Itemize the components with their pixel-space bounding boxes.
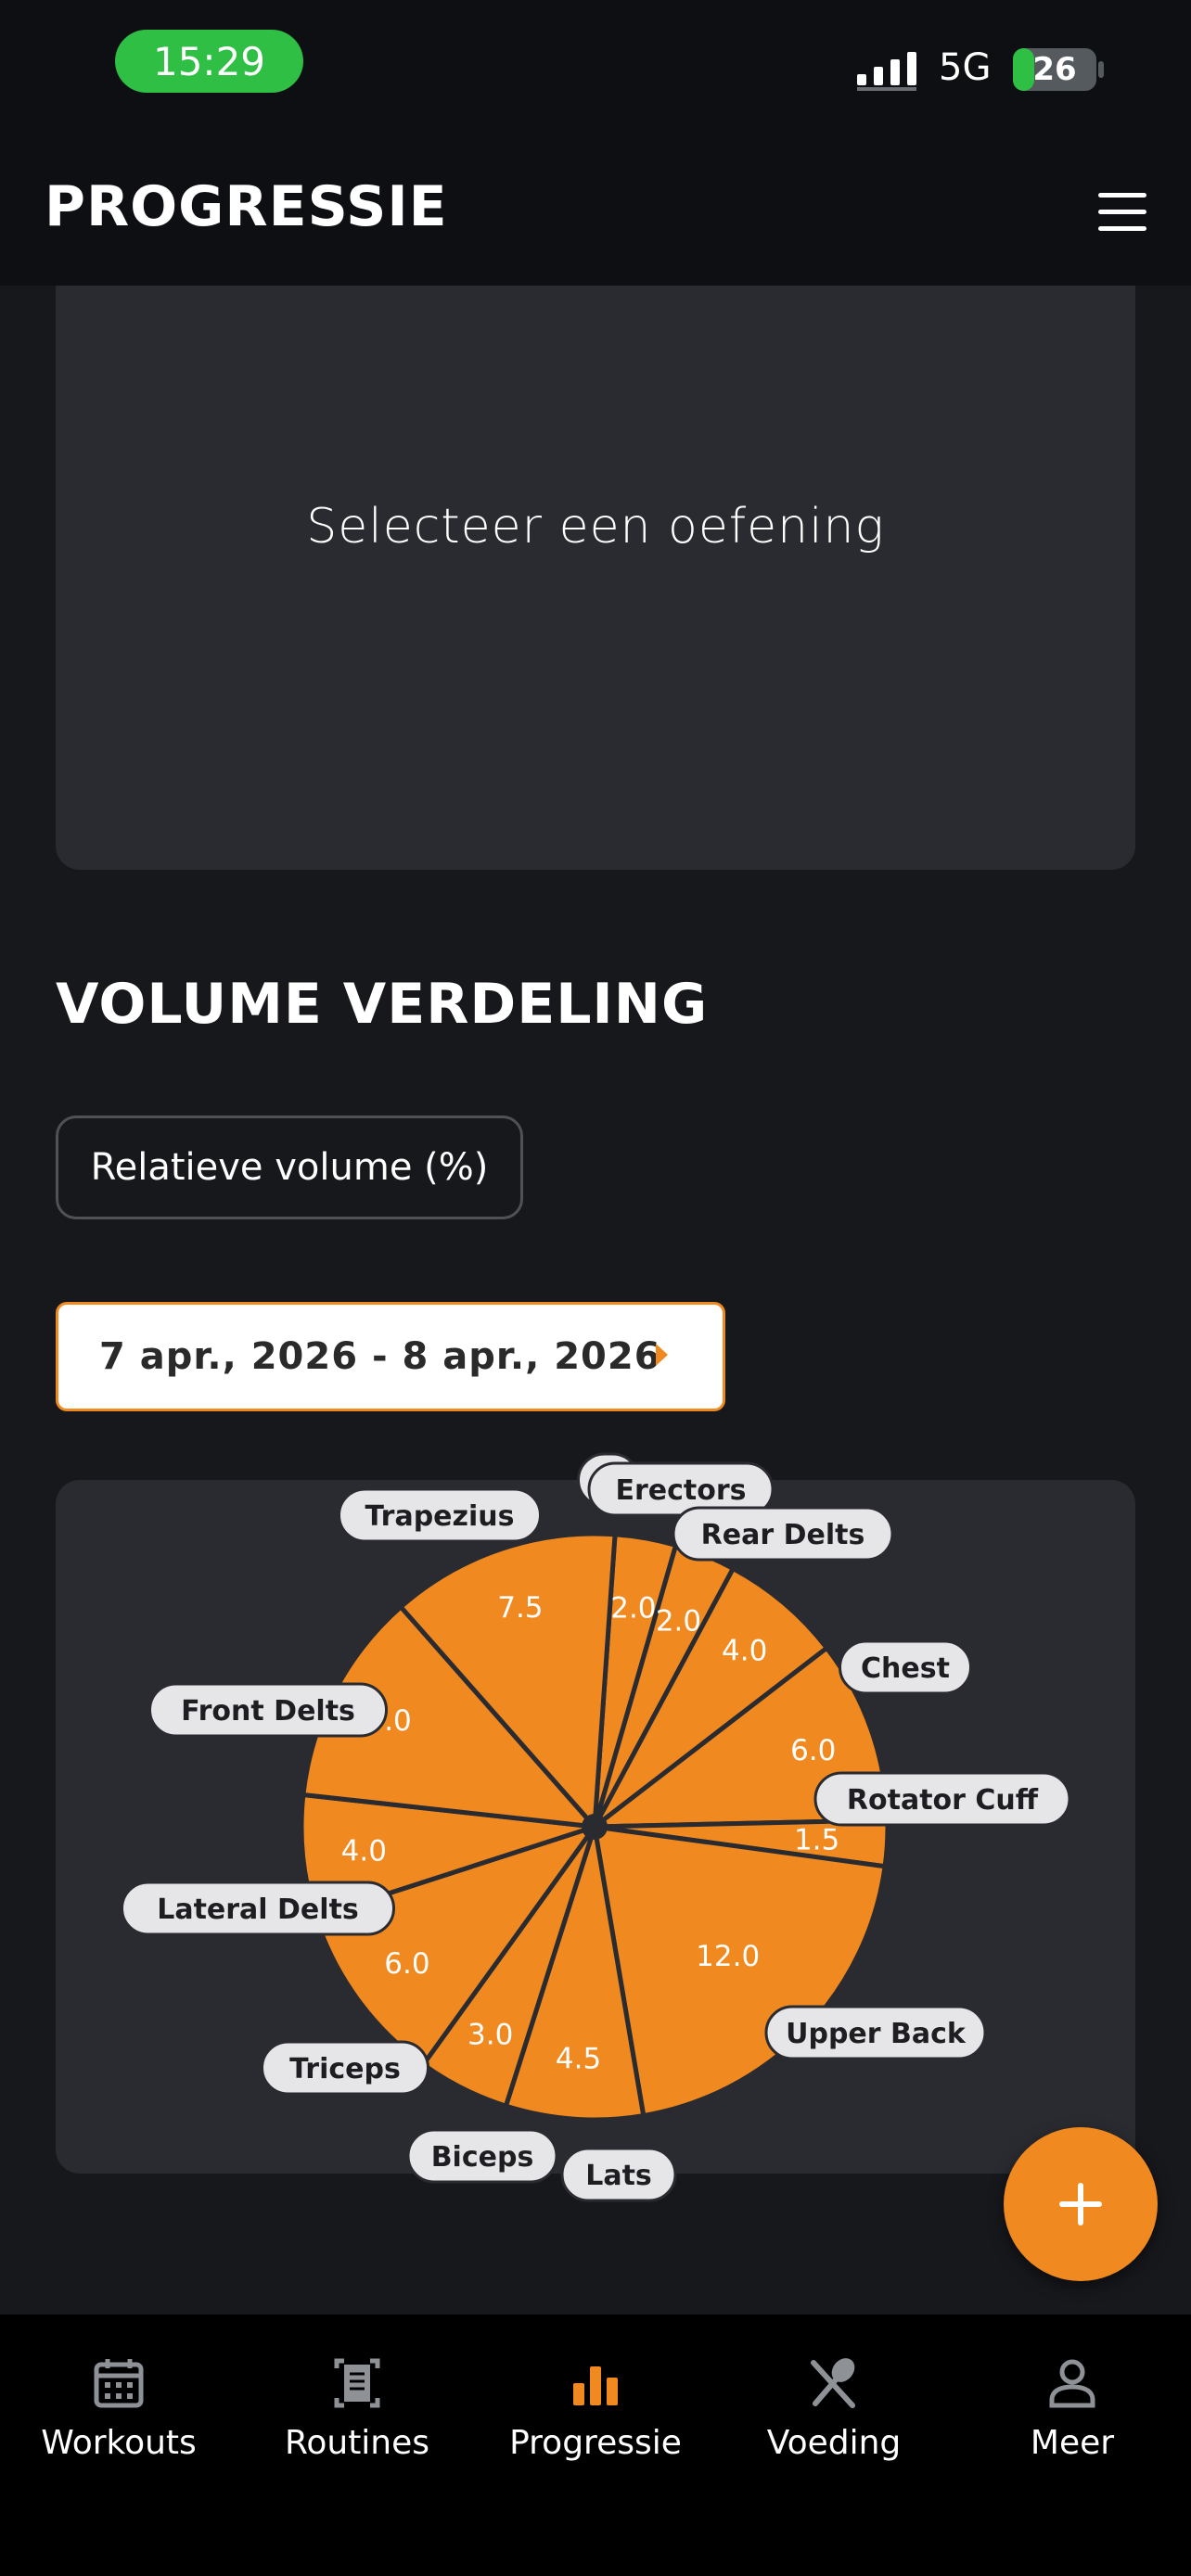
battery-nub	[1098, 61, 1104, 78]
add-button[interactable]	[1004, 2127, 1158, 2281]
date-range-text: 7 apr., 2026 - 8 apr., 2026	[99, 1335, 661, 1378]
hamburger-menu-icon[interactable]	[1095, 191, 1150, 234]
battery-percent: 26	[1032, 51, 1077, 88]
tab-label: Routines	[284, 2424, 430, 2462]
tab-progressie[interactable]: Progressie	[477, 2315, 714, 2500]
caret-right-icon	[656, 1344, 668, 1366]
bar-chart-icon	[573, 2366, 618, 2405]
tab-label: Progressie	[509, 2424, 682, 2462]
fork-spoon-icon	[811, 2358, 855, 2408]
volume-section-title: VOLUME VERDELING	[56, 972, 709, 1037]
clipboard-icon	[334, 2358, 380, 2408]
tab-label: Voeding	[766, 2424, 902, 2462]
page-title: PROGRESSIE	[45, 174, 448, 239]
volume-chart-card	[56, 1480, 1135, 2174]
exercise-chart-card: Selecteer een oefening	[56, 286, 1135, 870]
tab-workouts[interactable]: Workouts	[0, 2315, 237, 2500]
tab-label: Meer	[1030, 2424, 1115, 2462]
network-type: 5G	[939, 46, 992, 89]
tab-label: Workouts	[41, 2424, 197, 2462]
date-range-button[interactable]: 7 apr., 2026 - 8 apr., 2026	[56, 1302, 725, 1411]
bottom-tab-bar: Workouts Routines Progressie Voeding Mee…	[0, 2315, 1191, 2576]
calendar-icon	[94, 2359, 144, 2408]
status-time: 15:29	[115, 30, 303, 93]
tab-meer[interactable]: Meer	[954, 2315, 1191, 2500]
signal-icon	[857, 52, 916, 91]
app-header: PROGRESSIE	[0, 139, 1191, 286]
exercise-placeholder: Selecteer een oefening	[306, 499, 885, 555]
battery-icon: 26	[1013, 48, 1096, 91]
person-icon	[1049, 2359, 1095, 2408]
tab-voeding[interactable]: Voeding	[715, 2315, 953, 2500]
tab-routines[interactable]: Routines	[238, 2315, 476, 2500]
status-bar: 15:29 5G 26	[0, 0, 1191, 139]
relative-volume-button[interactable]: Relatieve volume (%)	[56, 1116, 523, 1219]
